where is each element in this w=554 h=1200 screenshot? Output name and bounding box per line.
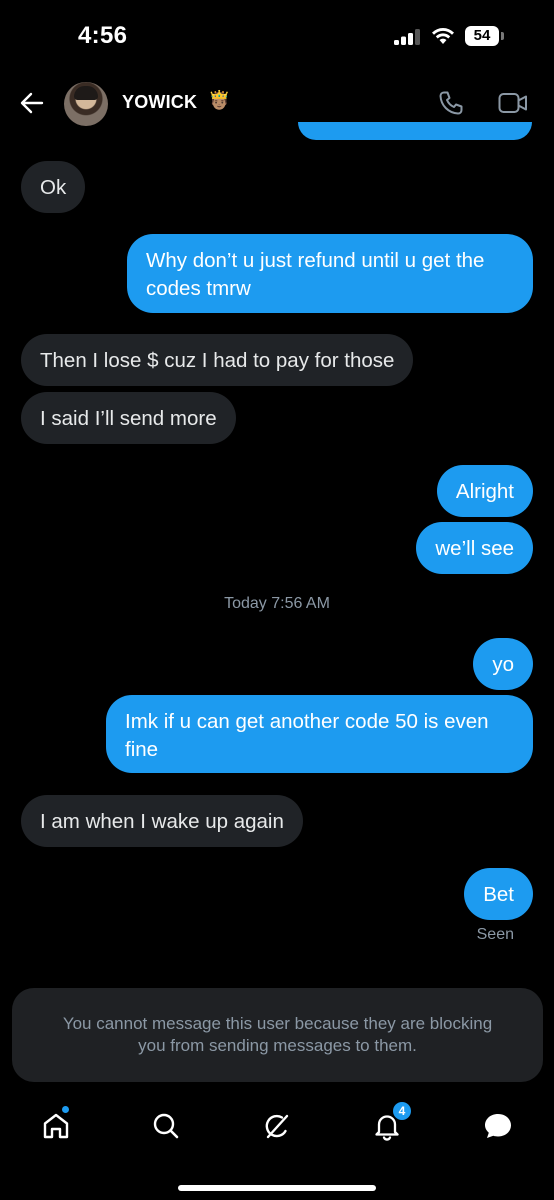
contact-name-emoji: 🤴🏽 [208, 90, 231, 110]
back-arrow-icon[interactable] [20, 92, 44, 114]
tab-home[interactable] [36, 1106, 76, 1146]
message-bubble-outgoing[interactable]: Why don’t u just refund until u get the … [127, 234, 533, 313]
message-bubble-incoming[interactable]: I said I’ll send more [21, 392, 236, 444]
previous-message-bubble [298, 122, 532, 140]
search-icon [153, 1113, 179, 1139]
message-bubble-outgoing[interactable]: Imk if u can get another code 50 is even… [106, 695, 533, 773]
message-bubble-outgoing[interactable]: Alright [436, 465, 533, 517]
battery-percent: 54 [473, 27, 491, 44]
wifi-icon [432, 28, 454, 44]
seen-receipt: Seen [476, 926, 514, 943]
message-timestamp: Today 7:56 AM [224, 595, 330, 612]
status-bar: 4:56 54 [0, 0, 554, 72]
cellular-signal-icon [394, 29, 420, 45]
message-bubble-outgoing[interactable]: we’ll see [416, 522, 533, 574]
tab-messages[interactable] [478, 1106, 518, 1146]
tab-grok[interactable] [257, 1106, 297, 1146]
message-bubble-outgoing[interactable]: yo [473, 638, 533, 690]
blocked-message-notice: You cannot message this user because the… [12, 988, 543, 1082]
home-icon [43, 1113, 69, 1139]
notifications-count-badge: 4 [393, 1102, 411, 1120]
contact-name[interactable]: YOWICK [122, 92, 197, 113]
grok-icon [265, 1114, 289, 1139]
bottom-tab-bar: 4 [0, 1100, 554, 1160]
message-bubble-incoming[interactable]: Ok [21, 161, 86, 213]
message-bubble-incoming[interactable]: Then I lose $ cuz I had to pay for those [21, 334, 414, 386]
messages-icon [485, 1114, 511, 1138]
message-bubble-outgoing[interactable]: Bet [464, 868, 533, 920]
home-unread-dot [62, 1106, 69, 1113]
home-indicator [178, 1185, 376, 1191]
contact-avatar[interactable] [64, 82, 108, 126]
battery-indicator: 54 [465, 26, 507, 46]
status-time: 4:56 [78, 22, 128, 49]
message-bubble-incoming[interactable]: I am when I wake up again [21, 795, 303, 847]
tab-notifications[interactable]: 4 [367, 1102, 411, 1146]
tab-search[interactable] [146, 1106, 186, 1146]
phone-call-icon[interactable] [438, 90, 464, 116]
video-call-icon[interactable] [498, 92, 528, 114]
